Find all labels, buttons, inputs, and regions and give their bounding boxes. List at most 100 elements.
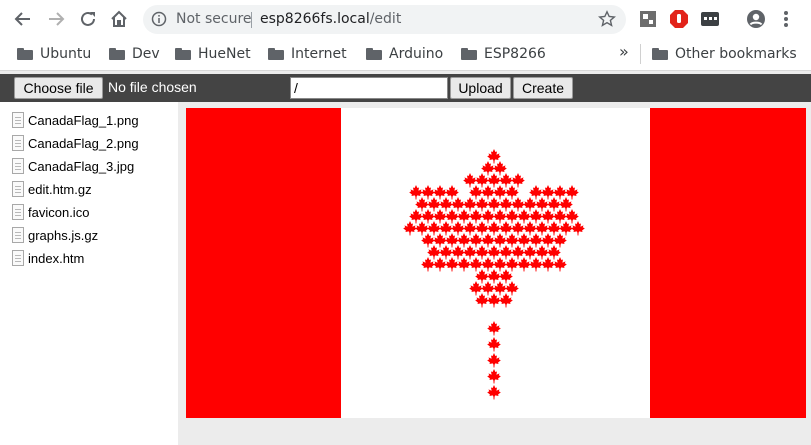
- other-bookmarks[interactable]: Other bookmarks: [652, 44, 797, 64]
- maple-leaf-mark: [553, 233, 567, 248]
- maple-leaf-mark: [463, 221, 477, 236]
- choose-file-button[interactable]: Choose file: [14, 77, 103, 99]
- other-bookmarks-label: Other bookmarks: [675, 46, 797, 62]
- maple-leaf-mark: [499, 173, 513, 188]
- maple-leaf-mark: [487, 221, 501, 236]
- url-text[interactable]: esp8266fs.local/edit: [260, 11, 401, 27]
- forward-button[interactable]: [44, 7, 68, 31]
- upload-button[interactable]: Upload: [450, 77, 511, 99]
- no-file-chosen-text: No file chosen: [108, 79, 197, 95]
- file-item[interactable]: edit.htm.gz: [12, 180, 92, 198]
- path-input[interactable]: [290, 77, 448, 99]
- maple-leaf-mark: [469, 209, 483, 224]
- bookmark-label: Internet: [291, 46, 347, 62]
- bookmark-star-icon[interactable]: [598, 10, 616, 32]
- maple-leaf-mark: [445, 185, 459, 200]
- maple-leaf-mark: [463, 197, 477, 212]
- maple-leaf-mark: [553, 185, 567, 200]
- maple-leaf-mark: [523, 197, 537, 212]
- maple-leaf-mark: [457, 209, 471, 224]
- bookmark-ubuntu[interactable]: Ubuntu: [17, 44, 91, 64]
- maple-leaf-mark: [505, 257, 519, 272]
- bookmark-internet[interactable]: Internet: [268, 44, 347, 64]
- bookmark-huenet[interactable]: HueNet: [175, 44, 251, 64]
- maple-leaf-mark: [559, 197, 573, 212]
- maple-leaf-mark: [481, 257, 495, 272]
- maple-leaf-mark: [487, 385, 501, 400]
- maple-leaf-mark: [541, 209, 555, 224]
- maple-leaf-mark: [493, 185, 507, 200]
- bookmark-arduino[interactable]: Arduino: [366, 44, 443, 64]
- maple-leaf-mark: [445, 209, 459, 224]
- maple-leaf-mark: [511, 245, 525, 260]
- maple-leaf-mark: [511, 197, 525, 212]
- maple-leaf-mark: [493, 233, 507, 248]
- maple-leaf-mark: [409, 185, 423, 200]
- maple-leaf-mark: [481, 185, 495, 200]
- bookmark-dev[interactable]: Dev: [109, 44, 160, 64]
- menu-kebab-icon[interactable]: [776, 9, 796, 29]
- maple-leaf-mark: [535, 221, 549, 236]
- maple-leaf-mark: [427, 245, 441, 260]
- maple-leaf-mark: [451, 245, 465, 260]
- home-button[interactable]: [107, 7, 131, 31]
- extension-card-icon[interactable]: [700, 9, 720, 29]
- image-preview: [186, 108, 806, 418]
- maple-leaf-mark: [433, 185, 447, 200]
- reload-button[interactable]: [76, 7, 100, 31]
- adblock-hand-icon[interactable]: [669, 9, 689, 29]
- address-bar[interactable]: Not secure esp8266fs.local/edit: [143, 5, 626, 34]
- file-item[interactable]: index.htm: [12, 249, 84, 267]
- bookmark-label: ESP8266: [484, 46, 546, 62]
- file-item[interactable]: CanadaFlag_2.png: [12, 134, 139, 152]
- maple-leaf-mark: [541, 233, 555, 248]
- file-item[interactable]: CanadaFlag_3.jpg: [12, 157, 134, 175]
- file-item[interactable]: favicon.ico: [12, 203, 89, 221]
- maple-leaf-mark: [565, 185, 579, 200]
- maple-leaf-mark: [421, 185, 435, 200]
- bookmark-esp8266[interactable]: ESP8266: [461, 44, 546, 64]
- maple-leaf-mark: [523, 245, 537, 260]
- maple-leaf-mark: [487, 353, 501, 368]
- maple-leaf-mark: [517, 257, 531, 272]
- maple-leaf-mark: [433, 257, 447, 272]
- maple-leaf-mark: [517, 209, 531, 224]
- maple-leaf-mark: [487, 337, 501, 352]
- maple-leaf-mark: [517, 233, 531, 248]
- forward-arrow-icon: [49, 12, 65, 26]
- file-icon: [12, 112, 24, 128]
- folder-icon: [652, 48, 668, 60]
- maple-leaf-mark: [403, 221, 417, 236]
- maple-leaf-mark: [529, 233, 543, 248]
- maple-leaf-mark: [469, 281, 483, 296]
- flag-left-band: [186, 108, 341, 418]
- maple-leaf-mark: [499, 269, 513, 284]
- maple-leaf-mark: [553, 257, 567, 272]
- file-item[interactable]: CanadaFlag_1.png: [12, 111, 139, 129]
- maple-leaf-mark: [451, 221, 465, 236]
- maple-leaf-mark: [505, 281, 519, 296]
- file-item[interactable]: graphs.js.gz: [12, 226, 98, 244]
- maple-leaf-mark: [511, 173, 525, 188]
- maple-leaf-mark: [487, 245, 501, 260]
- maple-leaf-mark: [475, 221, 489, 236]
- maple-leaf-mark: [493, 209, 507, 224]
- extension-puzzle-icon[interactable]: [638, 9, 658, 29]
- bookmarks-overflow-button[interactable]: »: [619, 42, 629, 61]
- maple-leaf-mark: [475, 293, 489, 308]
- profile-avatar-icon[interactable]: [746, 9, 766, 29]
- maple-leaf-mark: [559, 221, 573, 236]
- bookmark-label: Dev: [132, 46, 160, 62]
- maple-leaf-mark: [439, 245, 453, 260]
- maple-leaf-mark: [529, 257, 543, 272]
- file-icon: [12, 158, 24, 174]
- maple-leaf-mark: [487, 293, 501, 308]
- url-host: esp8266fs.local: [260, 11, 370, 27]
- maple-leaf-mark: [505, 233, 519, 248]
- back-button[interactable]: [11, 7, 35, 31]
- maple-leaf-mark: [547, 221, 561, 236]
- maple-leaf-mark: [421, 233, 435, 248]
- maple-leaf-mark: [493, 281, 507, 296]
- info-icon[interactable]: [151, 11, 167, 31]
- create-button[interactable]: Create: [513, 77, 573, 99]
